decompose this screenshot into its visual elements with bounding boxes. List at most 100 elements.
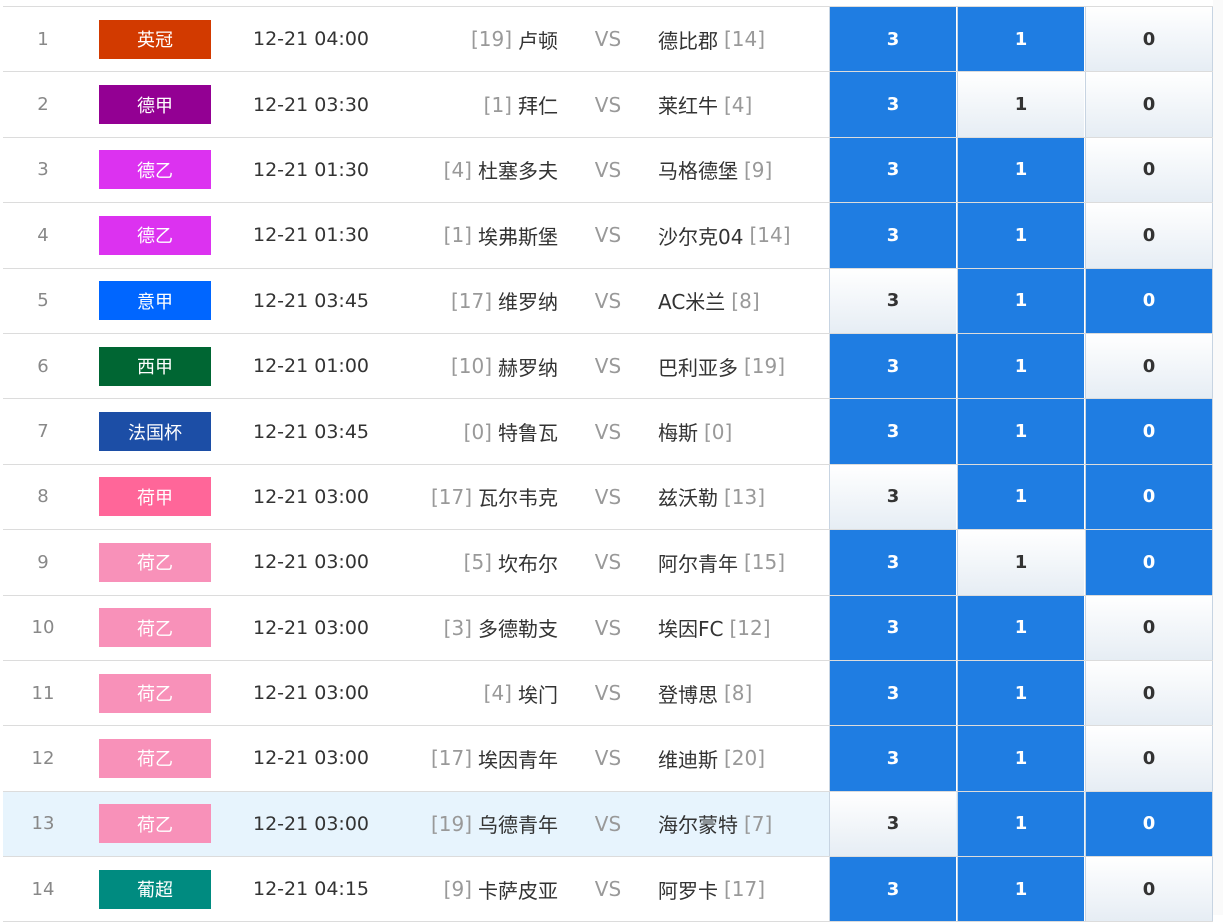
- home-team: [3] 多德勒支: [403, 596, 558, 660]
- match-time: 12-21 04:15: [253, 878, 370, 901]
- league-badge[interactable]: 德甲: [99, 85, 211, 125]
- league-cell: 英冠: [99, 7, 211, 71]
- option-lose-button[interactable]: 0: [1085, 595, 1213, 660]
- match-number: 1: [37, 28, 49, 50]
- option-lose-button[interactable]: 0: [1085, 530, 1213, 595]
- option-win-button[interactable]: 3: [829, 595, 956, 660]
- home-team: [17] 瓦尔韦克: [403, 465, 558, 529]
- option-win-button[interactable]: 3: [829, 7, 956, 72]
- option-lose-button[interactable]: 0: [1085, 137, 1213, 203]
- option-draw-button[interactable]: 1: [957, 595, 1084, 660]
- match-time: 12-21 04:00: [253, 28, 370, 51]
- home-team-name: 维罗纳: [498, 290, 558, 315]
- league-badge[interactable]: 荷甲: [99, 477, 211, 517]
- home-rank: [1]: [443, 223, 472, 248]
- league-badge[interactable]: 意甲: [99, 281, 211, 321]
- home-team: [0] 特鲁瓦: [403, 399, 558, 463]
- option-win-button[interactable]: 3: [829, 333, 956, 399]
- option-draw-button[interactable]: 1: [957, 72, 1084, 137]
- home-team: [1] 拜仁: [403, 72, 558, 136]
- option-win-button[interactable]: 3: [829, 399, 956, 464]
- away-rank: [14]: [724, 27, 766, 52]
- scrollbar-track[interactable]: [1213, 0, 1223, 915]
- option-win-button[interactable]: 3: [829, 137, 956, 203]
- league-badge[interactable]: 法国杯: [99, 412, 211, 452]
- option-win-button[interactable]: 3: [829, 857, 956, 922]
- away-rank: [17]: [724, 877, 766, 902]
- away-team: 沙尔克04 [14]: [658, 203, 828, 267]
- option-lose-button[interactable]: 0: [1085, 399, 1213, 464]
- option-win-button[interactable]: 3: [829, 530, 956, 595]
- option-win-button[interactable]: 3: [829, 660, 956, 726]
- home-team-name: 杜塞多夫: [478, 159, 558, 184]
- option-lose-button[interactable]: 0: [1085, 791, 1213, 857]
- home-team-name: 乌德青年: [478, 813, 558, 838]
- match-number: 12: [31, 747, 55, 769]
- option-lose-button[interactable]: 0: [1085, 660, 1213, 726]
- option-win-button[interactable]: 3: [829, 726, 956, 791]
- match-table: 1 英冠 12-21 04:00 [19] 卢顿 VS 德比郡 [14] 3 1…: [3, 6, 1213, 922]
- away-team: 阿罗卡 [17]: [658, 857, 828, 921]
- option-win-button[interactable]: 3: [829, 72, 956, 137]
- option-draw-button[interactable]: 1: [957, 857, 1084, 922]
- league-cell: 西甲: [99, 334, 211, 398]
- option-draw-button[interactable]: 1: [957, 7, 1084, 72]
- home-rank: [1]: [483, 92, 512, 117]
- option-win-button[interactable]: 3: [829, 791, 956, 857]
- home-rank: [19]: [470, 27, 512, 52]
- option-draw-button[interactable]: 1: [957, 137, 1084, 203]
- match-number: 4: [37, 224, 49, 246]
- option-lose-button[interactable]: 0: [1085, 7, 1213, 72]
- league-badge[interactable]: 荷乙: [99, 738, 211, 778]
- match-number: 2: [37, 94, 49, 116]
- league-badge[interactable]: 荷乙: [99, 608, 211, 648]
- match-row: 12 荷乙 12-21 03:00 [17] 埃因青年 VS 维迪斯 [20] …: [3, 726, 1213, 792]
- home-team: [5] 坎布尔: [403, 530, 558, 594]
- match-row: 14 葡超 12-21 04:15 [9] 卡萨皮亚 VS 阿罗卡 [17] 3…: [3, 857, 1213, 922]
- match-time: 12-21 03:00: [253, 812, 370, 835]
- match-row: 2 德甲 12-21 03:30 [1] 拜仁 VS 莱红牛 [4] 3 1 0: [3, 72, 1213, 138]
- league-badge[interactable]: 荷乙: [99, 673, 211, 713]
- option-win-button[interactable]: 3: [829, 203, 956, 268]
- option-draw-button[interactable]: 1: [957, 726, 1084, 791]
- option-draw-button[interactable]: 1: [957, 399, 1084, 464]
- home-team-name: 拜仁: [518, 94, 558, 119]
- match-time: 12-21 03:00: [253, 616, 370, 639]
- option-draw-button[interactable]: 1: [957, 268, 1084, 333]
- away-team-name: 德比郡: [658, 28, 718, 53]
- league-cell: 荷乙: [99, 726, 211, 790]
- option-lose-button[interactable]: 0: [1085, 857, 1213, 922]
- option-draw-button[interactable]: 1: [957, 464, 1084, 530]
- option-draw-button[interactable]: 1: [957, 530, 1084, 595]
- option-lose-button[interactable]: 0: [1085, 268, 1213, 333]
- league-badge[interactable]: 荷乙: [99, 542, 211, 582]
- option-draw-button[interactable]: 1: [957, 203, 1084, 268]
- league-badge[interactable]: 德乙: [99, 215, 211, 255]
- option-lose-button[interactable]: 0: [1085, 72, 1213, 137]
- away-rank: [4]: [724, 92, 753, 117]
- match-time: 12-21 03:00: [253, 747, 370, 770]
- option-win-button[interactable]: 3: [829, 268, 956, 333]
- league-cell: 意甲: [99, 269, 211, 333]
- league-badge[interactable]: 英冠: [99, 19, 211, 59]
- option-draw-button[interactable]: 1: [957, 791, 1084, 857]
- league-badge[interactable]: 葡超: [99, 869, 211, 909]
- option-lose-button[interactable]: 0: [1085, 464, 1213, 530]
- option-lose-button[interactable]: 0: [1085, 203, 1213, 268]
- option-draw-button[interactable]: 1: [957, 660, 1084, 726]
- league-badge[interactable]: 荷乙: [99, 804, 211, 844]
- option-draw-button[interactable]: 1: [957, 333, 1084, 399]
- vs-label: VS: [594, 746, 622, 771]
- away-team-name: AC米兰: [658, 290, 726, 315]
- option-win-button[interactable]: 3: [829, 464, 956, 530]
- home-team-name: 埃门: [518, 682, 558, 707]
- league-badge[interactable]: 西甲: [99, 346, 211, 386]
- match-row: 4 德乙 12-21 01:30 [1] 埃弗斯堡 VS 沙尔克04 [14] …: [3, 203, 1213, 269]
- league-badge[interactable]: 德乙: [99, 150, 211, 190]
- option-lose-button[interactable]: 0: [1085, 333, 1213, 399]
- match-row: 8 荷甲 12-21 03:00 [17] 瓦尔韦克 VS 兹沃勒 [13] 3…: [3, 464, 1213, 531]
- away-team: 马格德堡 [9]: [658, 138, 828, 202]
- option-lose-button[interactable]: 0: [1085, 726, 1213, 791]
- vs-label: VS: [594, 288, 622, 313]
- home-team-name: 特鲁瓦: [498, 421, 558, 446]
